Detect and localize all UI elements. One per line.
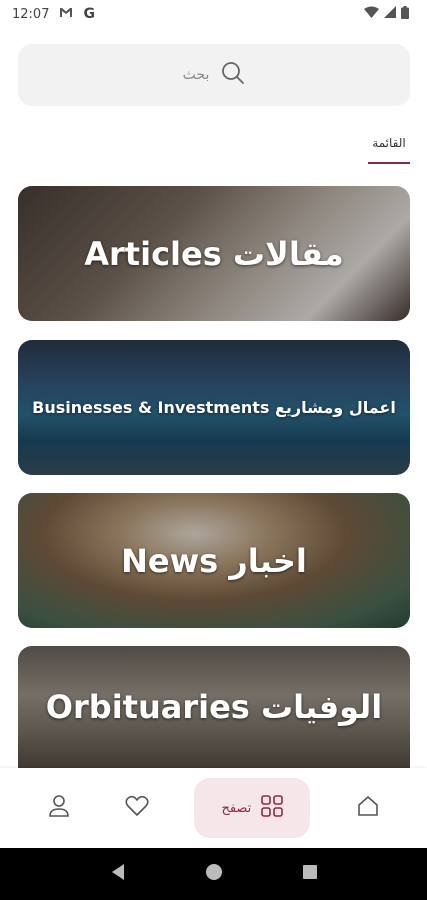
heart-icon bbox=[125, 795, 149, 821]
google-icon: G bbox=[83, 6, 95, 22]
bottom-navigation: تصفح bbox=[0, 768, 427, 848]
nav-profile[interactable] bbox=[39, 788, 79, 828]
status-time: 12:07 bbox=[12, 6, 50, 22]
status-left: 12:07 G bbox=[12, 6, 95, 22]
back-icon[interactable] bbox=[110, 863, 126, 885]
nav-home[interactable] bbox=[348, 788, 388, 828]
search-icon bbox=[219, 60, 245, 90]
tab-menu[interactable]: القائمة bbox=[368, 136, 410, 164]
status-bar: 12:07 G bbox=[0, 0, 427, 28]
signal-icon bbox=[384, 6, 396, 22]
tab-menu-label: القائمة bbox=[372, 136, 406, 150]
profile-icon bbox=[48, 794, 70, 822]
recents-icon[interactable] bbox=[302, 864, 318, 884]
wifi-icon bbox=[364, 6, 379, 22]
search-placeholder: بحث bbox=[182, 67, 210, 83]
card-label: Articles مقالات bbox=[84, 234, 344, 273]
card-label: Businesses & Investments اعمال ومشاريع bbox=[32, 398, 396, 417]
home-icon bbox=[356, 794, 380, 822]
nav-browse[interactable]: تصفح bbox=[194, 778, 311, 838]
battery-icon bbox=[401, 5, 409, 23]
category-card-obituaries[interactable]: Orbituaries الوفيات bbox=[18, 646, 410, 768]
category-card-articles[interactable]: Articles مقالات bbox=[18, 186, 410, 321]
nav-browse-label: تصفح bbox=[221, 800, 252, 816]
grid-icon bbox=[261, 795, 284, 821]
search-bar[interactable]: بحث bbox=[18, 44, 410, 106]
category-card-businesses[interactable]: Businesses & Investments اعمال ومشاريع bbox=[18, 340, 410, 475]
system-navigation-bar bbox=[0, 848, 427, 900]
status-right bbox=[364, 5, 409, 23]
nav-favorites[interactable] bbox=[117, 788, 157, 828]
gmail-icon bbox=[59, 7, 73, 22]
home-button-icon[interactable] bbox=[205, 863, 223, 885]
tab-indicator bbox=[368, 162, 410, 164]
category-card-news[interactable]: News اخبار bbox=[18, 493, 410, 628]
card-label: Orbituaries الوفيات bbox=[45, 688, 383, 726]
card-label: News اخبار bbox=[121, 541, 307, 580]
